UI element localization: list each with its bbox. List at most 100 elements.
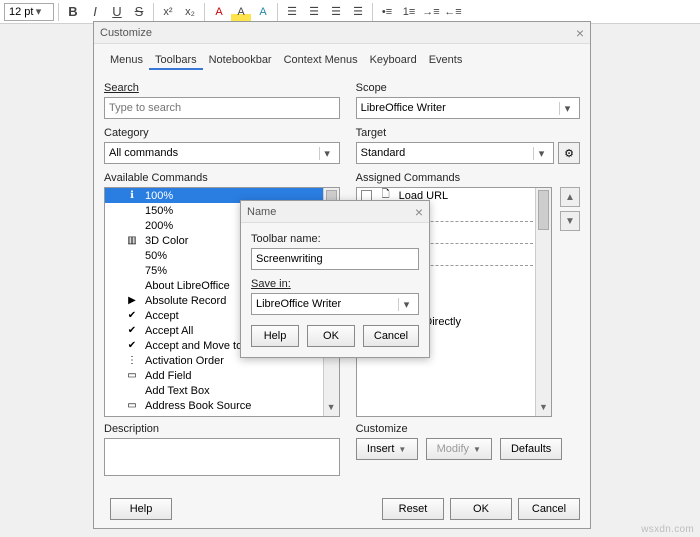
align-right-button[interactable]: ☰: [326, 2, 346, 22]
list-item[interactable]: ▭ Address Book Source: [105, 398, 339, 413]
bullet-list-button[interactable]: •≡: [377, 2, 397, 22]
list-item-label: 75%: [145, 265, 167, 277]
bold-button[interactable]: B: [63, 2, 83, 22]
toolbar-name-input[interactable]: [251, 248, 419, 270]
category-select[interactable]: All commands ▾: [104, 142, 340, 164]
subscript-button[interactable]: x₂: [180, 2, 200, 22]
separator: [204, 3, 205, 21]
dialog-footer: Help Reset OK Cancel: [104, 498, 580, 520]
target-select[interactable]: Standard ▾: [356, 142, 554, 164]
tab-menus[interactable]: Menus: [104, 52, 149, 70]
reorder-buttons: ▲ ▼: [560, 187, 580, 231]
italic-button[interactable]: I: [85, 2, 105, 22]
dialog-titlebar[interactable]: Customize ×: [94, 22, 590, 44]
gear-icon: ⚙: [564, 147, 574, 160]
category-value: All commands: [109, 147, 178, 159]
list-item-label: 100%: [145, 190, 173, 202]
indent-inc-button[interactable]: →≡: [421, 2, 441, 22]
tab-toolbars[interactable]: Toolbars: [149, 52, 203, 70]
number-list-button[interactable]: 1≡: [399, 2, 419, 22]
scope-select[interactable]: LibreOffice Writer ▾: [356, 97, 580, 119]
customize-section-label: Customize: [356, 423, 580, 435]
scope-label: Scope: [356, 82, 580, 94]
list-item-label: About LibreOffice: [145, 280, 230, 292]
font-color-button[interactable]: A: [209, 2, 229, 22]
highlight-button[interactable]: A: [231, 2, 251, 22]
close-icon[interactable]: ×: [576, 25, 584, 41]
list-item[interactable]: ▭ Add Field: [105, 368, 339, 383]
chevron-down-icon: ▾: [559, 102, 575, 115]
help-button[interactable]: Help: [251, 325, 299, 347]
available-label: Available Commands: [104, 172, 340, 184]
indent-dec-button[interactable]: ←≡: [443, 2, 463, 22]
chevron-down-icon: ▾: [398, 298, 414, 311]
description-box: [104, 438, 340, 476]
defaults-button[interactable]: Defaults: [500, 438, 562, 460]
strikethrough-button[interactable]: S: [129, 2, 149, 22]
command-icon: ▭: [125, 370, 139, 381]
insert-button[interactable]: Insert▼: [356, 438, 418, 460]
list-item-label: Accept: [145, 310, 179, 322]
tab-keyboard[interactable]: Keyboard: [364, 52, 423, 70]
command-icon: ⋮: [125, 355, 139, 366]
name-dialog: Name × Toolbar name: Save in: LibreOffic…: [240, 200, 430, 358]
save-in-select[interactable]: LibreOffice Writer ▾: [251, 293, 419, 315]
target-settings-button[interactable]: ⚙: [558, 142, 580, 164]
char-style-button[interactable]: A: [253, 2, 273, 22]
list-item-label: Address Book Source: [145, 400, 251, 412]
move-up-button[interactable]: ▲: [560, 187, 580, 207]
ok-button[interactable]: OK: [450, 498, 512, 520]
scroll-thumb[interactable]: [538, 190, 549, 230]
chevron-down-icon: ▾: [533, 147, 549, 160]
command-icon: ✔: [125, 310, 139, 321]
list-item-label: 3D Color: [145, 235, 188, 247]
list-item[interactable]: Add Text Box: [105, 383, 339, 398]
align-center-button[interactable]: ☰: [304, 2, 324, 22]
align-left-button[interactable]: ☰: [282, 2, 302, 22]
separator: [277, 3, 278, 21]
tab-notebookbar[interactable]: Notebookbar: [203, 52, 278, 70]
tab-context-menus[interactable]: Context Menus: [278, 52, 364, 70]
dialog-titlebar[interactable]: Name ×: [241, 201, 429, 223]
reset-button[interactable]: Reset: [382, 498, 444, 520]
fontsize-combo[interactable]: 12 pt ▾: [4, 3, 54, 21]
save-in-label: Save in:: [251, 278, 419, 290]
cancel-button[interactable]: Cancel: [363, 325, 419, 347]
modify-button[interactable]: Modify▼: [426, 438, 492, 460]
save-in-value: LibreOffice Writer: [256, 298, 341, 310]
superscript-button[interactable]: x²: [158, 2, 178, 22]
list-item-label: Add Field: [145, 370, 191, 382]
ok-button[interactable]: OK: [307, 325, 355, 347]
separator: [153, 3, 154, 21]
separator: [58, 3, 59, 21]
list-item-label: Activation Order: [145, 355, 224, 367]
close-icon[interactable]: ×: [415, 204, 423, 220]
underline-button[interactable]: U: [107, 2, 127, 22]
command-icon: ▭: [125, 400, 139, 411]
list-item-label: Accept All: [145, 325, 193, 337]
command-icon: ℹ: [125, 190, 139, 201]
tab-events[interactable]: Events: [423, 52, 469, 70]
command-icon: ✔: [125, 325, 139, 336]
dialog-title: Customize: [100, 27, 152, 39]
chevron-down-icon: ▼: [473, 445, 481, 454]
toolbar-name-label: Toolbar name:: [251, 233, 419, 245]
align-justify-button[interactable]: ☰: [348, 2, 368, 22]
description-label: Description: [104, 423, 340, 435]
search-label: Search: [104, 82, 340, 94]
scope-value: LibreOffice Writer: [361, 102, 446, 114]
scroll-down-icon[interactable]: ▼: [324, 402, 339, 416]
command-icon: ▥: [125, 235, 139, 246]
command-icon: ▶: [125, 295, 139, 306]
target-value: Standard: [361, 147, 406, 159]
help-button[interactable]: Help: [110, 498, 172, 520]
cancel-button[interactable]: Cancel: [518, 498, 580, 520]
list-item-label: Aging: [145, 415, 173, 418]
scroll-down-icon[interactable]: ▼: [536, 402, 551, 416]
dialog-tabs: Menus Toolbars Notebookbar Context Menus…: [104, 52, 580, 70]
dialog-title: Name: [247, 206, 276, 218]
search-input[interactable]: [104, 97, 340, 119]
list-item[interactable]: Aging: [105, 413, 339, 417]
scrollbar[interactable]: ▲ ▼: [535, 188, 551, 416]
move-down-button[interactable]: ▼: [560, 211, 580, 231]
